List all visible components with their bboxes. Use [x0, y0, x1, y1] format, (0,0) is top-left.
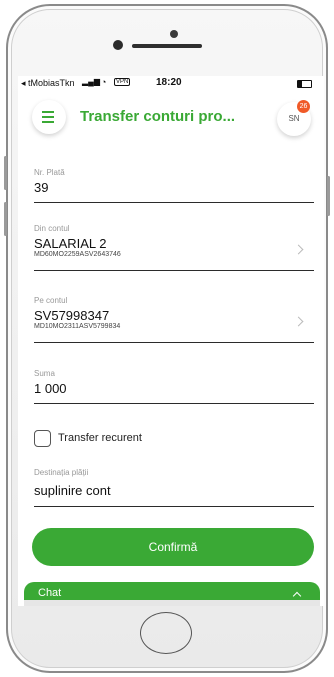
to-account-label: Pe contul	[34, 296, 68, 305]
confirm-button[interactable]: Confirmă	[32, 528, 314, 566]
vpn-badge: VPN	[114, 78, 131, 86]
destination-value: suplinire cont	[34, 483, 111, 498]
wifi-icon: ◔	[101, 77, 107, 87]
hamburger-line-icon	[42, 116, 54, 118]
home-button[interactable]	[140, 612, 192, 654]
payment-number-field[interactable]: Nr. Plată 39	[34, 168, 314, 203]
carrier-label: ◂ tMobiasTkn	[21, 78, 75, 88]
chat-panel-edge	[24, 600, 320, 606]
app-header: Transfer conturi pro... SN 26	[18, 96, 324, 140]
status-time: 18:20	[156, 77, 182, 88]
menu-button[interactable]	[32, 100, 66, 134]
status-bar: ◂ tMobiasTkn ▂▄▆ ◔ VPN 18:20	[18, 76, 324, 92]
chevron-up-icon[interactable]	[292, 591, 302, 601]
hamburger-line-icon	[42, 121, 54, 123]
chat-label: Chat	[38, 587, 62, 599]
front-camera-icon	[170, 30, 178, 38]
from-account-select[interactable]: Din contul SALARIAL 2 MD60MO2259ASV26437…	[34, 224, 314, 271]
recurrent-transfer-label: Transfer recurent	[58, 432, 142, 444]
amount-field[interactable]: Suma 1 000	[34, 369, 314, 404]
app-screen: ◂ tMobiasTkn ▂▄▆ ◔ VPN 18:20 Transfer co…	[18, 76, 324, 606]
destination-label: Destinația plății	[34, 468, 89, 477]
from-account-iban: MD60MO2259ASV2643746	[34, 251, 121, 258]
from-account-name: SALARIAL 2	[34, 236, 107, 251]
from-account-label: Din contul	[34, 224, 70, 233]
volume-up-button	[4, 156, 7, 190]
battery-icon	[297, 80, 312, 88]
recurrent-transfer-checkbox[interactable]	[34, 430, 51, 447]
to-account-name: SV57998347	[34, 308, 110, 323]
sensor-dot-icon	[113, 40, 123, 50]
earpiece-speaker	[132, 44, 202, 48]
signal-icon: ▂▄▆	[82, 77, 100, 86]
page-title: Transfer conturi pro...	[80, 108, 236, 125]
amount-value: 1 000	[34, 381, 67, 396]
amount-label: Suma	[34, 369, 55, 378]
hamburger-line-icon	[42, 111, 54, 113]
notification-badge: 26	[297, 100, 310, 113]
to-account-select[interactable]: Pe contul SV57998347 MD10MO2311ASV579983…	[34, 296, 314, 343]
destination-field[interactable]: Destinația plății suplinire cont	[34, 468, 314, 507]
to-account-iban: MD10MO2311ASV5799834	[34, 323, 121, 330]
power-button	[327, 176, 330, 216]
volume-down-button	[4, 202, 7, 236]
payment-number-label: Nr. Plată	[34, 168, 65, 177]
payment-number-value: 39	[34, 180, 49, 195]
